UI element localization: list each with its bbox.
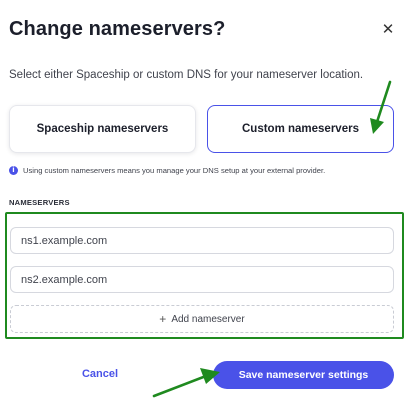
plus-icon: + xyxy=(159,312,167,326)
annotation-arrow-icon xyxy=(152,368,220,398)
spaceship-nameservers-option[interactable]: Spaceship nameservers xyxy=(9,105,196,153)
close-icon: ✕ xyxy=(381,20,395,38)
save-nameserver-settings-button[interactable]: Save nameserver settings xyxy=(213,361,394,389)
custom-nameservers-option[interactable]: Custom nameservers xyxy=(207,105,394,153)
info-icon: i xyxy=(9,166,18,175)
info-text: Using custom nameservers means you manag… xyxy=(23,166,326,175)
close-button[interactable]: ✕ xyxy=(378,19,398,39)
dialog-subtitle: Select either Spaceship or custom DNS fo… xyxy=(9,69,364,81)
nameserver-input-2[interactable] xyxy=(10,266,394,293)
custom-nameservers-label: Custom nameservers xyxy=(242,123,359,135)
spaceship-nameservers-label: Spaceship nameservers xyxy=(36,123,169,135)
cancel-button[interactable]: Cancel xyxy=(60,361,140,387)
add-nameserver-label: Add nameserver xyxy=(171,313,245,325)
change-nameservers-dialog: Change nameservers? ✕ Select either Spac… xyxy=(0,0,411,400)
nameservers-section-label: NAMESERVERS xyxy=(9,198,70,207)
add-nameserver-button[interactable]: + Add nameserver xyxy=(10,305,394,333)
nameserver-input-1[interactable] xyxy=(10,227,394,254)
info-notice: i Using custom nameservers means you man… xyxy=(9,166,325,175)
dialog-title: Change nameservers? xyxy=(9,18,226,40)
